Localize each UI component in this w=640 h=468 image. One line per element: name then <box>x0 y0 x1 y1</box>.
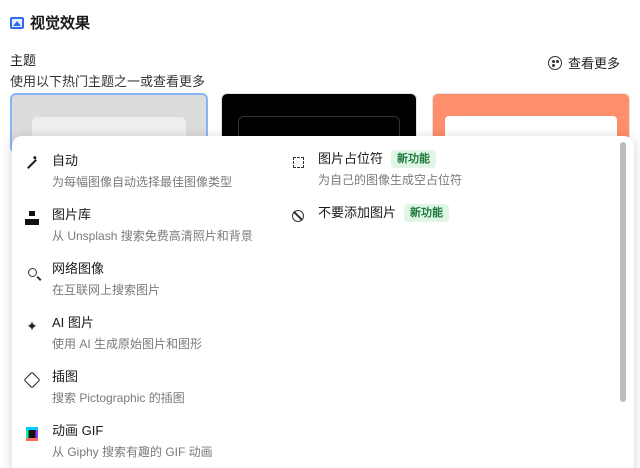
menu-item-animated-gif[interactable]: 动画 GIF 从 Giphy 搜索有趣的 GIF 动画 <box>24 422 213 461</box>
see-more-label: 查看更多 <box>567 56 620 71</box>
menu-item-name: 不要添加图片 <box>318 205 397 220</box>
cube-icon <box>23 371 41 389</box>
unsplash-icon <box>24 210 40 226</box>
menu-item-desc: 为每幅图像自动选择最佳图像类型 <box>52 175 233 189</box>
menu-item-name: AI 图片 <box>52 315 94 330</box>
image-type-menu: 自动 为每幅图像自动选择最佳图像类型 图片库 从 Unsplash 搜索免费高清… <box>12 136 634 468</box>
menu-item-name: 自动 <box>52 153 79 168</box>
menu-item-name: 网络图像 <box>52 261 105 276</box>
scrollbar[interactable] <box>620 142 626 402</box>
theme-subtitle: 使用以下热门主题之一或查看更多 <box>10 74 206 89</box>
ban-icon <box>290 208 306 224</box>
search-icon <box>24 264 40 280</box>
menu-item-name: 插图 <box>52 369 79 384</box>
menu-item-desc: 为自己的图像生成空占位符 <box>318 173 463 187</box>
new-feature-badge: 新功能 <box>404 204 450 222</box>
menu-item-image-placeholder[interactable]: 图片占位符 新功能 为自己的图像生成空占位符 <box>290 150 462 189</box>
placeholder-icon <box>290 154 306 170</box>
theme-label: 主题 <box>10 53 37 68</box>
menu-item-desc: 在互联网上搜索图片 <box>52 283 161 297</box>
section-header: 视觉效果 <box>10 12 90 33</box>
menu-item-stock-photos[interactable]: 图片库 从 Unsplash 搜索免费高清照片和背景 <box>24 206 253 245</box>
menu-item-name: 图片库 <box>52 207 92 222</box>
menu-item-desc: 从 Unsplash 搜索免费高清照片和背景 <box>52 229 253 243</box>
sparkle-icon: ✦ <box>26 317 38 334</box>
new-feature-badge: 新功能 <box>391 150 437 168</box>
menu-item-desc: 使用 AI 生成原始图片和图形 <box>52 337 203 351</box>
menu-item-name: 动画 GIF <box>52 423 104 438</box>
magic-wand-icon <box>24 156 40 172</box>
menu-item-web-images[interactable]: 网络图像 在互联网上搜索图片 <box>24 260 160 299</box>
menu-item-no-images[interactable]: 不要添加图片 新功能 <box>290 204 450 224</box>
see-more-button[interactable]: 查看更多 <box>547 53 620 72</box>
menu-item-auto[interactable]: 自动 为每幅图像自动选择最佳图像类型 <box>24 152 232 191</box>
palette-icon <box>547 55 562 70</box>
menu-item-ai-images[interactable]: ✦ AI 图片 使用 AI 生成原始图片和图形 <box>24 314 202 353</box>
menu-item-desc: 搜索 Pictographic 的插图 <box>52 391 185 405</box>
section-title: 视觉效果 <box>30 15 91 32</box>
menu-item-illustrations[interactable]: 插图 搜索 Pictographic 的插图 <box>23 368 185 407</box>
image-icon <box>10 16 24 29</box>
giphy-icon <box>24 426 40 442</box>
menu-item-desc: 从 Giphy 搜索有趣的 GIF 动画 <box>52 445 213 459</box>
menu-item-name: 图片占位符 <box>318 151 384 166</box>
